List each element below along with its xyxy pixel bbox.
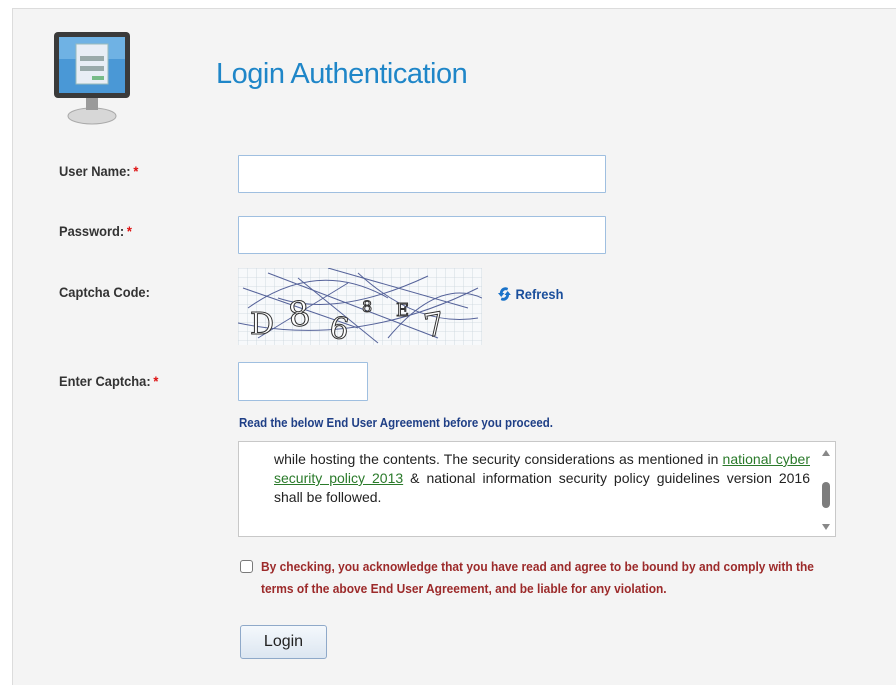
login-button[interactable]: Login [240,625,327,659]
scroll-down-icon[interactable] [822,524,830,530]
agreement-scroll-box[interactable]: while hosting the contents. The security… [238,441,836,537]
enter-captcha-label: Enter Captcha: * [59,373,159,389]
username-input[interactable] [238,155,606,193]
captcha-char: D [250,307,274,342]
captcha-code-label: Captcha Code: [59,284,150,300]
captcha-char: E [396,300,409,321]
scroll-up-icon[interactable] [822,450,830,456]
refresh-label: Refresh [515,286,564,302]
captcha-image: D 8 6 8 E 7 [238,268,482,345]
captcha-char: 8 [362,297,372,316]
password-input[interactable] [238,216,606,254]
refresh-icon [498,287,511,301]
captcha-input[interactable] [238,362,368,401]
agreement-heading: Read the below End User Agreement before… [239,416,553,430]
scroll-thumb[interactable] [822,482,830,508]
agree-checkbox-label: By checking, you acknowledge that you ha… [261,559,814,596]
password-label: Password: * [59,223,132,239]
refresh-captcha-button[interactable]: Refresh [498,286,563,302]
agreement-text: while hosting the contents. The security… [274,451,810,505]
scrollbar[interactable] [819,444,833,534]
computer-monitor-icon [54,32,130,125]
username-label: User Name: * [59,163,139,179]
agree-checkbox[interactable] [240,560,253,573]
page-title: Login Authentication [216,58,468,90]
